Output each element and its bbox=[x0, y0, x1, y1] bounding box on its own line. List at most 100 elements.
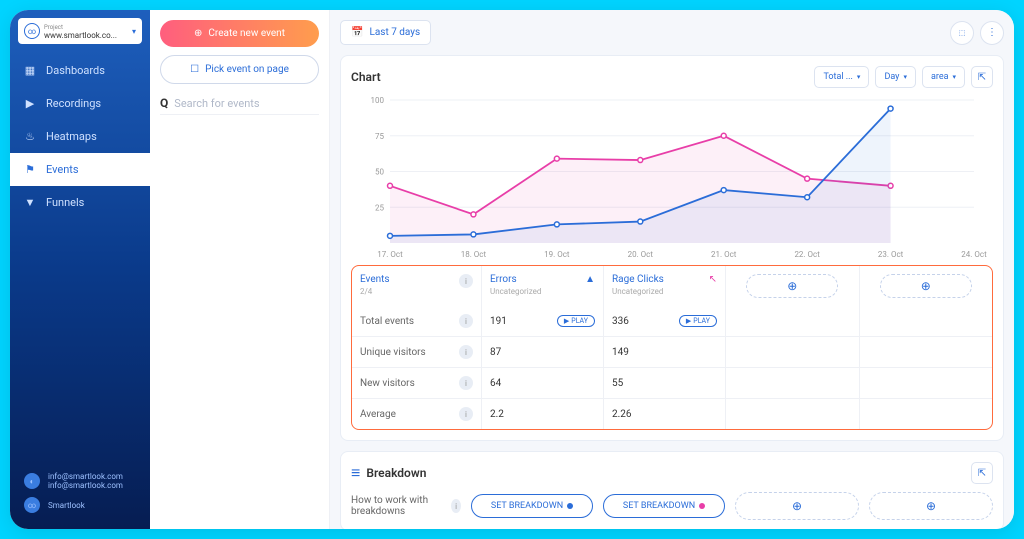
metric-label: Total ... bbox=[823, 72, 852, 82]
nav-label: Dashboards bbox=[46, 64, 105, 77]
date-range-label: Last 7 days bbox=[369, 27, 420, 38]
plus-icon: ⊕ bbox=[880, 274, 972, 298]
svg-text:17. Oct: 17. Oct bbox=[377, 250, 403, 259]
play-button[interactable]: ▶PLAY bbox=[557, 315, 595, 327]
add-breakdown-slot[interactable]: ⊕ bbox=[735, 492, 859, 520]
pick-event-button[interactable]: ☐ Pick event on page bbox=[160, 55, 319, 84]
stat-cell: 191▶PLAY bbox=[482, 306, 604, 336]
export-icon: ⇱ bbox=[978, 468, 986, 479]
search-icon: Q bbox=[160, 96, 168, 110]
events-label: Events bbox=[360, 274, 390, 285]
triangle-icon: ▲ bbox=[585, 274, 595, 285]
counter-button[interactable]: ⬚ bbox=[950, 21, 974, 45]
smartlook-logo-icon: ∞ bbox=[24, 497, 40, 513]
add-event-slot[interactable]: ⊕ bbox=[860, 266, 993, 306]
play-button[interactable]: ▶PLAY bbox=[679, 315, 717, 327]
more-button[interactable]: ⋮ bbox=[980, 21, 1004, 45]
stat-row-label: Total eventsi bbox=[352, 306, 482, 336]
export-button[interactable]: ⇱ bbox=[971, 66, 993, 88]
create-event-button[interactable]: ⊕ Create new event bbox=[160, 20, 319, 47]
svg-text:20. Oct: 20. Oct bbox=[628, 250, 654, 259]
export-icon: ⇱ bbox=[978, 72, 986, 83]
play-icon: ▶ bbox=[564, 317, 569, 325]
smartlook-logo-icon: ∞ bbox=[24, 23, 40, 39]
svg-text:25: 25 bbox=[375, 203, 384, 212]
date-range-selector[interactable]: 📅 Last 7 days bbox=[340, 20, 431, 45]
column-errors[interactable]: Errors Uncategorized ▲ bbox=[482, 266, 604, 306]
project-label: Project bbox=[44, 24, 63, 31]
chart-title: Chart bbox=[351, 70, 381, 84]
info-icon[interactable]: i bbox=[459, 345, 473, 359]
pick-label: Pick event on page bbox=[205, 64, 289, 75]
project-selector[interactable]: ∞ Projectwww.smartlook.co... ▾ bbox=[18, 18, 142, 44]
svg-text:75: 75 bbox=[375, 132, 384, 141]
granularity-selector[interactable]: Day▾ bbox=[875, 66, 916, 88]
search-input[interactable] bbox=[174, 97, 319, 110]
col-name: Errors bbox=[490, 274, 517, 285]
user-info[interactable]: ◐ info@smartlook.cominfo@smartlook.com bbox=[24, 472, 136, 491]
play-icon: ▶ bbox=[24, 97, 36, 110]
svg-text:100: 100 bbox=[371, 96, 385, 105]
user-email: info@smartlook.com bbox=[48, 472, 123, 481]
set-breakdown-errors[interactable]: SET BREAKDOWN bbox=[471, 494, 593, 518]
svg-text:18. Oct: 18. Oct bbox=[461, 250, 487, 259]
sidebar-item-events[interactable]: ⚑ Events bbox=[10, 153, 150, 186]
create-label: Create new event bbox=[208, 28, 285, 39]
avatar-icon: ◐ bbox=[24, 473, 40, 489]
stat-cell: 2.2 bbox=[482, 399, 604, 429]
svg-text:19. Oct: 19. Oct bbox=[544, 250, 570, 259]
play-icon: ▶ bbox=[686, 317, 691, 325]
breakdown-help-label: How to work with breakdownsi bbox=[351, 495, 461, 517]
breakdown-title: Breakdown bbox=[366, 466, 426, 480]
info-icon[interactable]: i bbox=[451, 499, 461, 513]
plus-icon: ⊕ bbox=[746, 274, 838, 298]
column-rage-clicks[interactable]: Rage Clicks Uncategorized ↖ bbox=[604, 266, 726, 306]
chevron-down-icon: ▾ bbox=[903, 73, 907, 81]
set-breakdown-rage[interactable]: SET BREAKDOWN bbox=[603, 494, 725, 518]
user-email-2: info@smartlook.com bbox=[48, 481, 123, 490]
project-value: www.smartlook.co... bbox=[44, 31, 117, 40]
chart-style-selector[interactable]: area▾ bbox=[922, 66, 965, 88]
style-label: area bbox=[931, 72, 949, 82]
chevron-down-icon: ▾ bbox=[952, 73, 956, 81]
add-event-slot[interactable]: ⊕ bbox=[726, 266, 860, 306]
sidebar-item-dashboards[interactable]: ▦ Dashboards bbox=[10, 54, 150, 87]
set-label: SET BREAKDOWN bbox=[623, 501, 695, 511]
stat-row-label: New visitorsi bbox=[352, 368, 482, 398]
plus-icon: ⊕ bbox=[194, 28, 202, 39]
chevron-down-icon: ▾ bbox=[857, 73, 861, 81]
export-breakdown-button[interactable]: ⇱ bbox=[971, 462, 993, 484]
info-icon[interactable]: i bbox=[459, 274, 473, 288]
events-count: 2/4 bbox=[360, 287, 372, 296]
svg-text:21. Oct: 21. Oct bbox=[711, 250, 737, 259]
calendar-icon: 📅 bbox=[351, 27, 363, 38]
sidebar-item-funnels[interactable]: ▼Funnels bbox=[10, 186, 150, 219]
chevron-down-icon: ▾ bbox=[132, 27, 136, 36]
nav-label: Heatmaps bbox=[46, 130, 97, 143]
col-sub: Uncategorized bbox=[612, 287, 663, 296]
brand-footer: ∞Smartlook bbox=[24, 497, 136, 513]
svg-text:50: 50 bbox=[375, 168, 384, 177]
add-breakdown-slot[interactable]: ⊕ bbox=[869, 492, 993, 520]
stat-cell: 2.26 bbox=[604, 399, 726, 429]
picker-icon: ☐ bbox=[190, 64, 199, 75]
sidebar-item-recordings[interactable]: ▶ Recordings bbox=[10, 87, 150, 120]
metric-selector[interactable]: Total ... ▾ bbox=[814, 66, 869, 88]
info-icon[interactable]: i bbox=[459, 314, 473, 328]
cursor-icon: ↖ bbox=[709, 274, 717, 285]
nav-label: Recordings bbox=[46, 97, 101, 110]
dot-icon bbox=[567, 503, 573, 509]
breakdown-icon: ≡ bbox=[351, 463, 360, 483]
stat-cell: 149 bbox=[604, 337, 726, 367]
info-icon[interactable]: i bbox=[459, 407, 473, 421]
sidebar-item-heatmaps[interactable]: ♨Heatmaps bbox=[10, 120, 150, 153]
nav-label: Events bbox=[46, 163, 79, 176]
flag-icon: ⚑ bbox=[24, 163, 36, 176]
dot-icon bbox=[699, 503, 705, 509]
stat-row-label: Averagei bbox=[352, 399, 482, 429]
info-icon[interactable]: i bbox=[459, 376, 473, 390]
stat-cell: 64 bbox=[482, 368, 604, 398]
dashboard-icon: ▦ bbox=[24, 64, 36, 77]
svg-text:23. Oct: 23. Oct bbox=[878, 250, 904, 259]
col-sub: Uncategorized bbox=[490, 287, 541, 296]
